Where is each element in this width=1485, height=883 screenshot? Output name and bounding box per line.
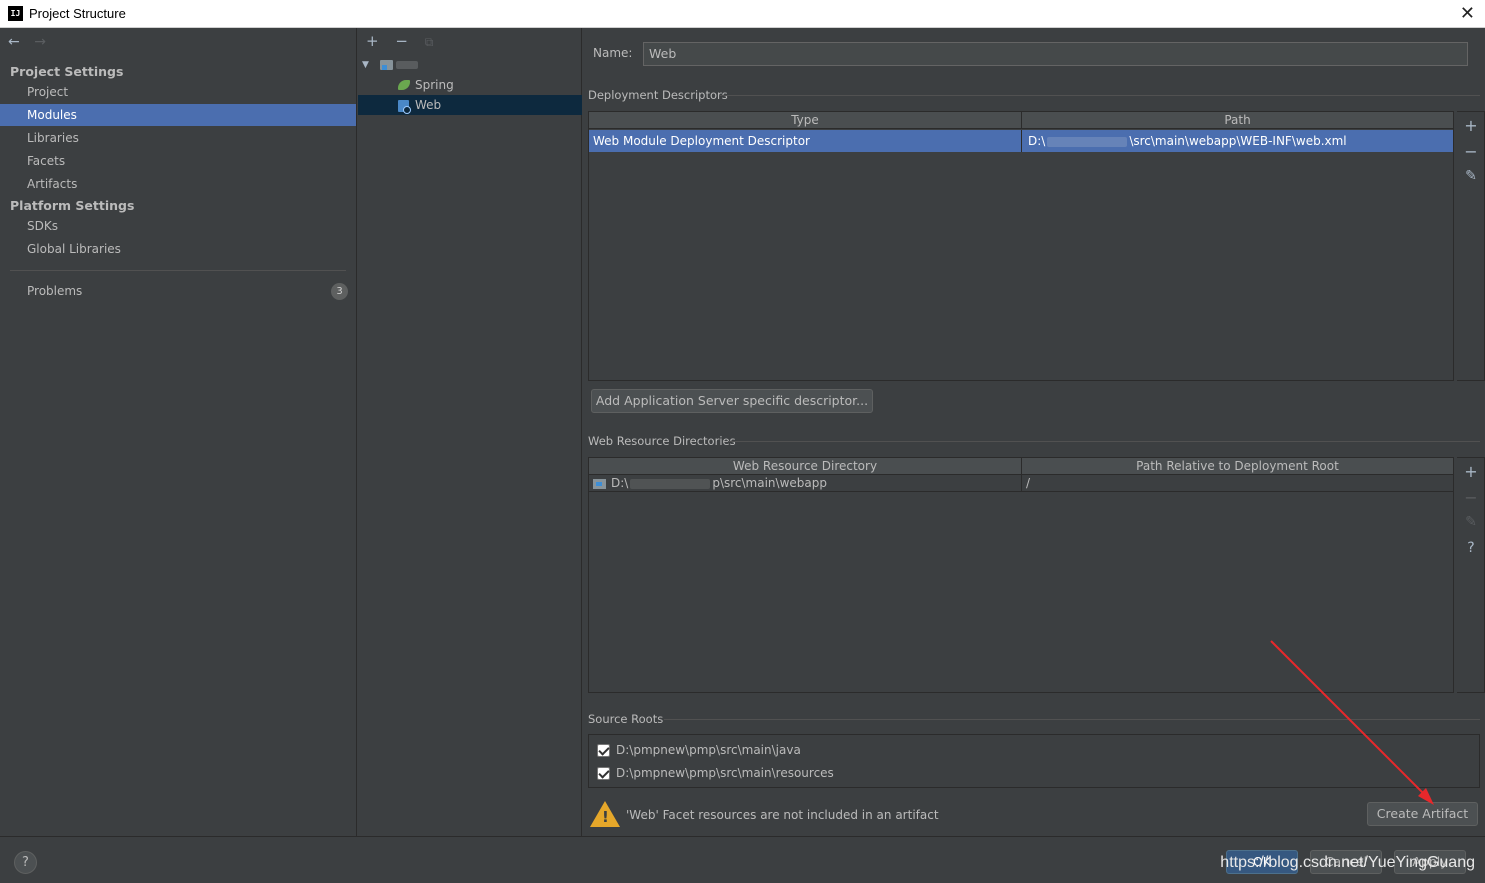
- tree-node-label: Spring: [415, 78, 454, 92]
- deployment-descriptors-table: Type Path Web Module Deployment Descript…: [588, 111, 1454, 381]
- artifact-warning: ! 'Web' Facet resources are not included…: [588, 798, 1480, 834]
- tree-toolbar: + − ⧉: [366, 32, 445, 50]
- nav-item-artifacts[interactable]: Artifacts: [0, 173, 356, 195]
- deployment-side-toolbar: + − ✎: [1457, 111, 1485, 381]
- descriptor-path-cell: D:\ \src\main\webapp\WEB-INF\web.xml: [1022, 130, 1454, 152]
- facet-settings-panel: Name: Web Deployment Descriptors Type Pa…: [583, 28, 1485, 836]
- nav-item-facets[interactable]: Facets: [0, 150, 356, 172]
- spring-leaf-icon: [398, 80, 410, 90]
- warning-text: 'Web' Facet resources are not included i…: [626, 808, 939, 822]
- section-divider: [720, 95, 1480, 96]
- ok-button[interactable]: OK: [1226, 850, 1298, 874]
- web-resources-side-toolbar: + − ✎ ?: [1457, 457, 1485, 693]
- source-root-path: D:\pmpnew\pmp\src\main\java: [616, 743, 801, 757]
- module-tree-panel: + − ⧉ ▼ Spring Web: [358, 28, 582, 836]
- nav-item-modules[interactable]: Modules: [0, 104, 356, 126]
- history-navigation: ← →: [8, 34, 56, 50]
- nav-item-global-libraries[interactable]: Global Libraries: [0, 238, 356, 260]
- table-row[interactable]: D:\ p\src\main\webapp /: [589, 475, 1454, 492]
- remove-icon[interactable]: −: [1457, 488, 1485, 507]
- nav-item-project[interactable]: Project: [0, 81, 356, 103]
- add-icon[interactable]: +: [1457, 462, 1485, 481]
- relative-path-cell: /: [1022, 475, 1454, 492]
- web-folder-icon: [593, 478, 606, 489]
- source-roots-title: Source Roots: [588, 712, 664, 726]
- source-root-path: D:\pmpnew\pmp\src\main\resources: [616, 766, 834, 780]
- tree-node-module[interactable]: ▼: [358, 55, 582, 75]
- tree-node-web[interactable]: Web: [358, 95, 582, 115]
- nav-item-libraries[interactable]: Libraries: [0, 127, 356, 149]
- add-server-descriptor-button[interactable]: Add Application Server specific descript…: [591, 389, 873, 413]
- tree-node-spring[interactable]: Spring: [358, 75, 582, 95]
- remove-icon[interactable]: −: [1457, 142, 1485, 161]
- window-title: Project Structure: [29, 6, 126, 21]
- source-roots-list: D:\pmpnew\pmp\src\main\java D:\pmpnew\pm…: [588, 734, 1480, 788]
- edit-icon[interactable]: ✎: [1457, 514, 1485, 530]
- path-prefix: D:\: [1028, 134, 1046, 148]
- redacted-module-name: [396, 61, 418, 69]
- table-row[interactable]: Web Module Deployment Descriptor D:\ \src…: [589, 130, 1454, 152]
- apply-button[interactable]: Apply: [1394, 850, 1466, 874]
- dir-prefix: D:\: [611, 476, 629, 490]
- web-resource-directories-table: Web Resource Directory Path Relative to …: [588, 457, 1454, 693]
- source-root-checkbox[interactable]: [597, 744, 610, 757]
- redacted-path-segment: [630, 478, 711, 489]
- nav-divider: [10, 270, 346, 271]
- help-icon[interactable]: ?: [1457, 540, 1485, 556]
- table-header: Type Path: [589, 112, 1454, 129]
- forward-arrow-icon[interactable]: →: [34, 34, 46, 50]
- source-root-item[interactable]: D:\pmpnew\pmp\src\main\java: [597, 740, 801, 760]
- platform-settings-heading: Platform Settings: [10, 198, 135, 213]
- project-settings-heading: Project Settings: [10, 64, 124, 79]
- add-module-icon[interactable]: +: [366, 32, 379, 50]
- source-root-checkbox[interactable]: [597, 767, 610, 780]
- remove-module-icon[interactable]: −: [395, 32, 408, 50]
- web-resource-directories-title: Web Resource Directories: [588, 434, 736, 448]
- settings-navigation: ← → Project Settings Project Modules Lib…: [0, 28, 357, 836]
- edit-icon[interactable]: ✎: [1457, 168, 1485, 184]
- expand-triangle-icon[interactable]: ▼: [362, 55, 369, 75]
- cancel-button[interactable]: Cancel: [1310, 850, 1382, 874]
- section-divider: [728, 441, 1480, 442]
- column-header-type[interactable]: Type: [589, 112, 1022, 129]
- web-facet-icon: [398, 100, 411, 114]
- problems-label: Problems: [27, 284, 83, 298]
- redacted-path-segment: [1047, 136, 1128, 147]
- copy-module-icon[interactable]: ⧉: [425, 35, 434, 49]
- module-folder-icon: [380, 60, 393, 70]
- name-label: Name:: [593, 46, 633, 60]
- intellij-app-icon: IJ: [8, 6, 23, 21]
- column-header-relative-path[interactable]: Path Relative to Deployment Root: [1022, 458, 1454, 475]
- add-icon[interactable]: +: [1457, 116, 1485, 135]
- section-divider: [664, 719, 1480, 720]
- table-header: Web Resource Directory Path Relative to …: [589, 458, 1454, 475]
- dialog-footer: ? OK Cancel Apply https://blog.csdn.net/…: [0, 836, 1485, 883]
- source-root-item[interactable]: D:\pmpnew\pmp\src\main\resources: [597, 763, 834, 783]
- dir-suffix: p\src\main\webapp: [712, 476, 827, 490]
- web-resource-dir-cell: D:\ p\src\main\webapp: [589, 475, 1022, 492]
- help-button[interactable]: ?: [14, 851, 37, 874]
- warning-exclamation: !: [602, 808, 609, 826]
- problems-count-badge: 3: [331, 283, 348, 300]
- path-suffix: \src\main\webapp\WEB-INF\web.xml: [1129, 134, 1347, 148]
- window-titlebar: IJ Project Structure ✕: [0, 0, 1485, 28]
- column-header-path[interactable]: Path: [1022, 112, 1454, 129]
- back-arrow-icon[interactable]: ←: [8, 34, 20, 50]
- create-artifact-button[interactable]: Create Artifact: [1367, 802, 1478, 826]
- column-header-web-resource-directory[interactable]: Web Resource Directory: [589, 458, 1022, 475]
- tree-node-label: Web: [415, 98, 442, 112]
- nav-item-problems[interactable]: Problems 3: [0, 280, 356, 302]
- name-input[interactable]: Web: [643, 42, 1468, 66]
- deployment-descriptors-title: Deployment Descriptors: [588, 88, 728, 102]
- close-icon[interactable]: ✕: [1460, 3, 1475, 24]
- nav-item-sdks[interactable]: SDKs: [0, 215, 356, 237]
- descriptor-type-cell: Web Module Deployment Descriptor: [589, 130, 1022, 152]
